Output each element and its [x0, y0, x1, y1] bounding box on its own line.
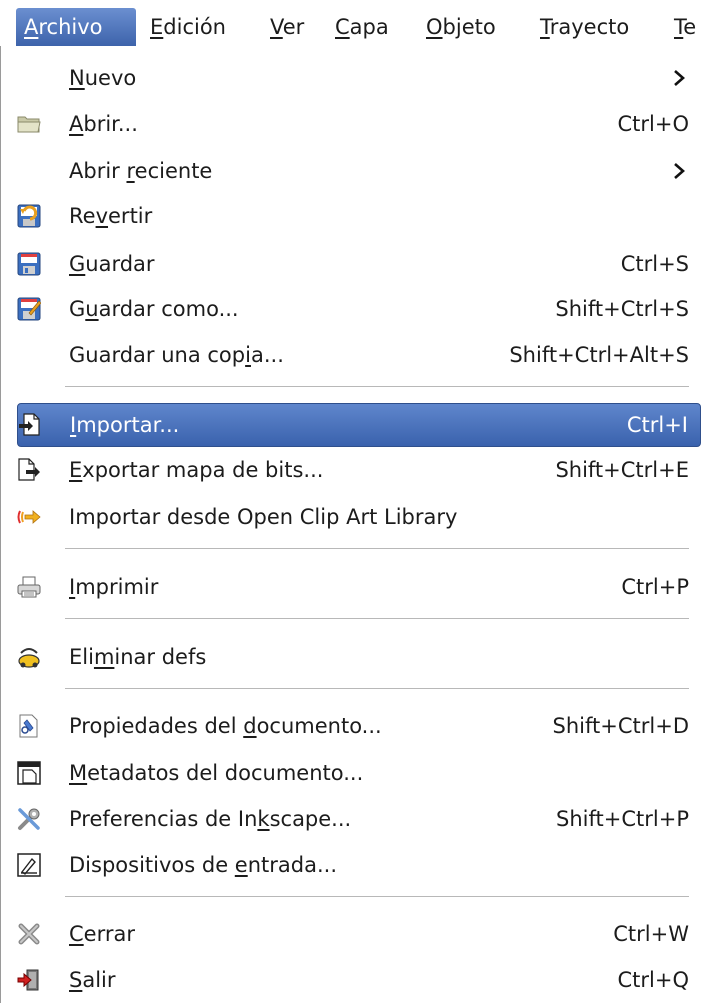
- export-icon: [18, 458, 40, 481]
- shortcut-label: Ctrl+P: [621, 575, 689, 599]
- menu-item-guardar-copia[interactable]: Guardar una copia... Shift+Ctrl+Alt+S: [17, 335, 701, 375]
- shortcut-label: Ctrl+W: [613, 922, 689, 946]
- mnemonic: E: [150, 15, 164, 39]
- revert-icon: [17, 204, 41, 228]
- menu-separator: [65, 386, 689, 388]
- menu-item-openclipart[interactable]: Importar desde Open Clip Art Library: [17, 497, 701, 537]
- menu-item-revertir[interactable]: Revertir: [17, 196, 701, 236]
- shortcut-label: Ctrl+I: [626, 413, 688, 437]
- menu-item-label: Eliminar defs: [69, 645, 207, 669]
- document-properties-icon: [19, 714, 38, 738]
- menu-item-label: Preferencias de Inkscape...: [69, 807, 352, 831]
- shortcut-label: Ctrl+S: [620, 252, 689, 276]
- menu-item-nuevo[interactable]: Nuevo: [17, 58, 701, 98]
- import-icon: [19, 413, 40, 436]
- shortcut-label: Ctrl+Q: [617, 968, 690, 992]
- menu-item-label: Abrir reciente: [69, 159, 213, 183]
- menu-item-label: Metadatos del documento...: [69, 761, 364, 785]
- menubar-objeto[interactable]: Objeto: [418, 8, 504, 46]
- chevron-right-icon: [674, 70, 685, 86]
- menubar-label: er: [282, 15, 305, 39]
- menu-item-label: Dispositivos de entrada...: [69, 853, 337, 877]
- menu-item-guardar-como[interactable]: Guardar como... Shift+Ctrl+S: [17, 289, 701, 329]
- shortcut-label: Shift+Ctrl+S: [555, 297, 689, 321]
- menubar-edicion[interactable]: Edición: [142, 8, 234, 46]
- menubar-label: bjeto: [442, 15, 496, 39]
- mnemonic: C: [335, 15, 350, 39]
- menubar-texto[interactable]: Te: [666, 8, 704, 46]
- menu-item-importar[interactable]: Importar... Ctrl+I: [17, 403, 701, 447]
- menu-item-label: Guardar una copia...: [69, 343, 284, 367]
- menu-item-cerrar[interactable]: Cerrar Ctrl+W: [17, 914, 701, 954]
- menubar: Archivo Edición Ver Capa Objeto Trayecto…: [0, 0, 704, 48]
- vacuum-defs-icon: [18, 648, 40, 668]
- input-devices-icon: [17, 853, 41, 877]
- menu-item-label: Importar desde Open Clip Art Library: [69, 505, 458, 529]
- shortcut-label: Shift+Ctrl+D: [552, 714, 689, 738]
- close-icon: [18, 923, 40, 945]
- menu-item-label: Abrir...: [69, 112, 138, 136]
- save-as-icon: [17, 297, 41, 321]
- save-icon: [17, 252, 41, 276]
- mnemonic: A: [24, 15, 39, 39]
- menu-item-label: Salir: [69, 968, 116, 992]
- preferences-icon: [18, 808, 40, 830]
- menubar-ver[interactable]: Ver: [262, 8, 312, 46]
- menu-item-abrir-reciente[interactable]: Abrir reciente: [17, 151, 701, 191]
- menu-item-label: Importar...: [70, 413, 180, 437]
- menu-item-label: Exportar mapa de bits...: [69, 458, 324, 482]
- folder-open-icon: [17, 116, 41, 133]
- menu-item-dispositivos-entrada[interactable]: Dispositivos de entrada...: [17, 845, 701, 885]
- print-icon: [17, 576, 41, 598]
- menu-item-propiedades-documento[interactable]: Propiedades del documento... Shift+Ctrl+…: [17, 706, 701, 746]
- mnemonic: O: [426, 15, 443, 39]
- menu-item-label: Guardar como...: [69, 297, 239, 321]
- menu-item-eliminar-defs[interactable]: Eliminar defs: [17, 637, 701, 677]
- menubar-trayecto[interactable]: Trayecto: [532, 8, 637, 46]
- menubar-label: rayecto: [549, 15, 630, 39]
- menu-item-label: Imprimir: [69, 575, 159, 599]
- menu-item-metadatos[interactable]: Metadatos del documento...: [17, 753, 701, 793]
- menu-item-salir[interactable]: Salir Ctrl+Q: [17, 960, 701, 1000]
- chevron-right-icon: [674, 163, 685, 179]
- shortcut-label: Shift+Ctrl+Alt+S: [509, 343, 689, 367]
- menubar-label: e: [683, 15, 697, 39]
- menubar-label: dición: [163, 15, 226, 39]
- menu-item-label: Guardar: [69, 252, 155, 276]
- shortcut-label: Shift+Ctrl+E: [555, 458, 689, 482]
- menu-item-abrir[interactable]: Abrir... Ctrl+O: [17, 104, 701, 144]
- shortcut-label: Ctrl+O: [617, 112, 690, 136]
- mnemonic: T: [674, 15, 684, 39]
- mnemonic: T: [540, 15, 550, 39]
- archivo-menu: Nuevo Abrir... Ctrl+O Abrir reciente Rev…: [0, 46, 704, 1003]
- menubar-capa[interactable]: Capa: [327, 8, 397, 46]
- document-metadata-icon: [17, 761, 41, 785]
- menu-item-exportar[interactable]: Exportar mapa de bits... Shift+Ctrl+E: [17, 450, 701, 490]
- shortcut-label: Shift+Ctrl+P: [556, 807, 689, 831]
- menu-item-imprimir[interactable]: Imprimir Ctrl+P: [17, 567, 701, 607]
- menu-separator: [65, 548, 689, 550]
- mnemonic: V: [270, 15, 283, 39]
- menubar-label: rchivo: [38, 15, 103, 39]
- menu-separator: [65, 618, 689, 620]
- openclipart-icon: [17, 510, 41, 524]
- menu-item-preferencias[interactable]: Preferencias de Inkscape... Shift+Ctrl+P: [17, 799, 701, 839]
- quit-icon: [17, 969, 39, 991]
- menu-item-label: Nuevo: [69, 66, 137, 90]
- menu-item-label: Cerrar: [69, 922, 135, 946]
- menubar-label: apa: [349, 15, 389, 39]
- menu-separator: [65, 688, 689, 690]
- menu-item-label: Revertir: [69, 204, 153, 228]
- menu-separator: [65, 896, 689, 898]
- menu-item-label: Propiedades del documento...: [69, 714, 382, 738]
- menubar-archivo[interactable]: Archivo: [16, 8, 136, 46]
- menu-item-guardar[interactable]: Guardar Ctrl+S: [17, 244, 701, 284]
